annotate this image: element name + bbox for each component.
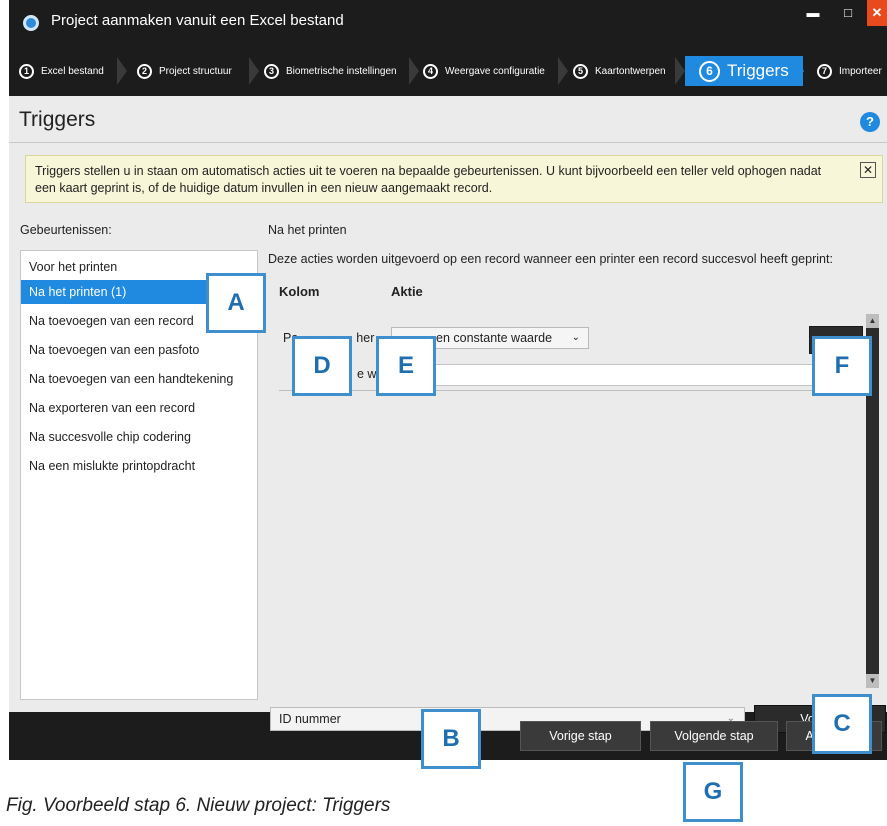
event-item-na-chip-codering[interactable]: Na succesvolle chip codering <box>21 425 257 449</box>
active-step-arrow-icon <box>793 56 804 86</box>
step-label: Project structuur <box>159 65 232 77</box>
step-number-icon: 5 <box>573 63 588 79</box>
chevron-down-icon: ⌄ <box>571 332 580 343</box>
maximize-button[interactable]: □ <box>831 0 865 26</box>
event-item-na-toevoegen-pasfoto[interactable]: Na toevoegen van een pasfoto <box>21 338 257 362</box>
event-detail-title: Na het printen <box>268 223 347 237</box>
step-separator-icon <box>249 57 259 85</box>
wizard-step-6-active[interactable]: 6 Triggers <box>685 56 803 86</box>
close-info-button[interactable]: ✕ <box>860 162 876 178</box>
page-title: Triggers <box>19 108 96 131</box>
step-number-icon: 6 <box>699 60 720 82</box>
previous-step-button[interactable]: Vorige stap <box>520 721 641 751</box>
step-label: Excel bestand <box>41 65 104 77</box>
window-title: Project aanmaken vanuit een Excel bestan… <box>51 12 344 29</box>
step-separator-icon <box>675 57 685 85</box>
step-label: Weergave configuratie <box>445 65 545 77</box>
step-label: Biometrische instellingen <box>286 65 397 77</box>
app-window: Project aanmaken vanuit een Excel bestan… <box>9 0 887 760</box>
step-number-icon: 1 <box>19 63 34 79</box>
wizard-steps: 1 Excel bestand 2 Project structuur 3 Bi… <box>9 52 887 90</box>
app-logo-icon <box>23 15 39 31</box>
column-header-aktie: Aktie <box>391 284 423 299</box>
screenshot-root: Project aanmaken vanuit een Excel bestan… <box>0 0 887 826</box>
callout-c: C <box>812 694 872 754</box>
callout-a: A <box>206 273 266 333</box>
scroll-down-icon[interactable]: ▼ <box>866 674 879 688</box>
callout-d: D <box>292 336 352 396</box>
info-text: Triggers stellen u in staan om automatis… <box>35 164 822 195</box>
trigger-action-value: en constante waarde <box>436 331 553 345</box>
step-separator-icon <box>558 57 568 85</box>
help-icon[interactable]: ? <box>860 112 880 132</box>
row-divider <box>279 390 827 391</box>
callout-g: G <box>683 762 743 822</box>
callout-b: B <box>421 709 481 769</box>
info-banner: Triggers stellen u in staan om automatis… <box>25 155 883 203</box>
event-item-na-mislukte-printopdracht[interactable]: Na een mislukte printopdracht <box>21 454 257 478</box>
minimize-button[interactable]: ▬ <box>796 0 830 26</box>
wizard-step-5[interactable]: 5 Kaartontwerpen <box>573 56 666 86</box>
events-label: Gebeurtenissen: <box>20 223 112 237</box>
trigger-row-column-end: her <box>356 331 375 345</box>
step-number-icon: 2 <box>137 63 152 79</box>
wizard-step-4[interactable]: 4 Weergave configuratie <box>423 56 545 86</box>
column-header-kolom: Kolom <box>279 284 320 299</box>
step-separator-icon <box>117 57 127 85</box>
content-panel: Triggers ? Triggers stellen u in staan o… <box>9 96 887 733</box>
next-step-button[interactable]: Volgende stap <box>650 721 778 751</box>
callout-f: F <box>812 336 872 396</box>
step-label: Importeer <box>839 65 882 77</box>
wizard-step-3[interactable]: 3 Biometrische instellingen <box>264 56 397 86</box>
step-separator-icon <box>409 57 419 85</box>
step-number-icon: 4 <box>423 63 438 79</box>
trigger-rows: Pa her en constante waarde ⌄ e wa <box>271 314 865 674</box>
close-window-button[interactable]: ✕ <box>867 0 887 26</box>
scroll-up-icon[interactable]: ▲ <box>866 314 879 328</box>
title-bar: Project aanmaken vanuit een Excel bestan… <box>9 0 887 48</box>
step-number-icon: 3 <box>264 63 279 79</box>
step-number-icon: 7 <box>817 63 832 79</box>
trigger-value-input[interactable] <box>379 364 827 386</box>
event-item-na-toevoegen-handtekening[interactable]: Na toevoegen van een handtekening <box>21 367 257 391</box>
event-item-na-exporteren[interactable]: Na exporteren van een record <box>21 396 257 420</box>
callout-e: E <box>376 336 436 396</box>
step-label: Triggers <box>727 61 789 80</box>
wizard-step-2[interactable]: 2 Project structuur <box>137 56 232 86</box>
wizard-step-1[interactable]: 1 Excel bestand <box>19 56 104 86</box>
wizard-step-7[interactable]: 7 Importeer <box>817 56 882 86</box>
title-divider <box>9 142 887 143</box>
event-detail-description: Deze acties worden uitgevoerd op een rec… <box>268 252 833 266</box>
step-label: Kaartontwerpen <box>595 65 666 77</box>
figure-caption: Fig. Voorbeeld stap 6. Nieuw project: Tr… <box>6 795 391 816</box>
column-select-value: ID nummer <box>279 712 341 726</box>
